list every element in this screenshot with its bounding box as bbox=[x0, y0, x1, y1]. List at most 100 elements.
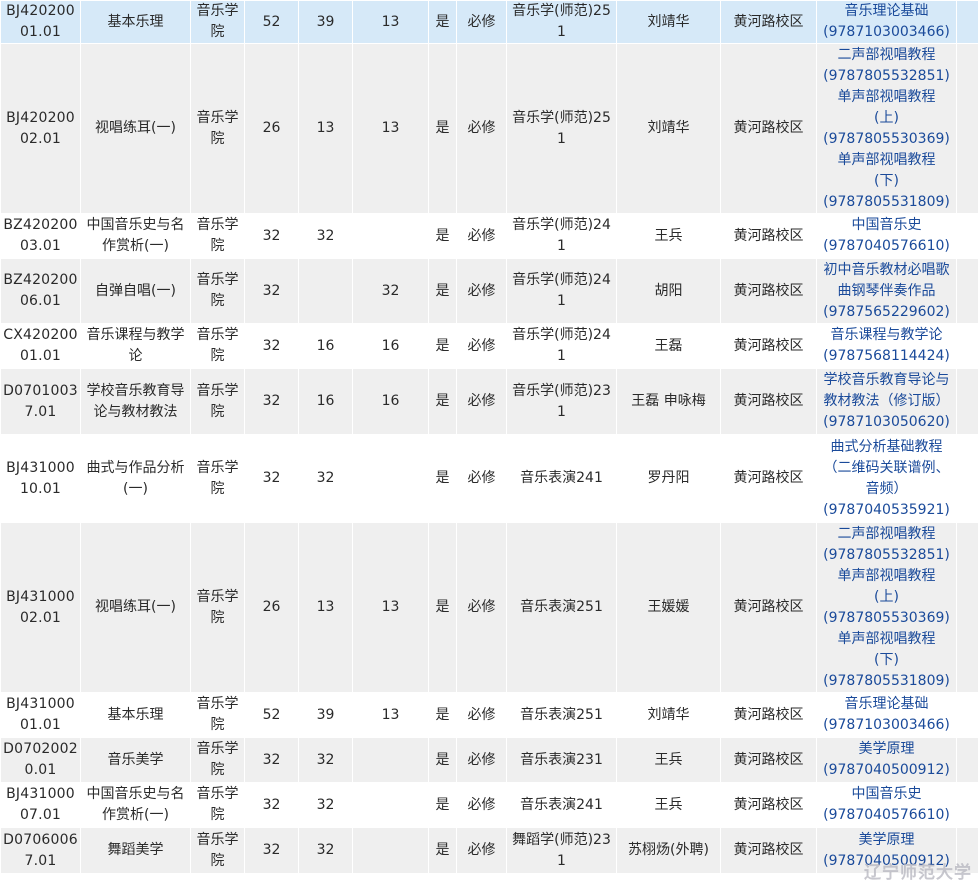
textbook-line: (9787103003466) bbox=[823, 717, 950, 733]
textbook-line: (9787805530369) bbox=[823, 609, 950, 626]
class-cell: 音乐学(师范)251 bbox=[506, 0, 617, 44]
flag-cell: 是 bbox=[428, 0, 457, 44]
textbook-line: (9787805532851) bbox=[823, 546, 950, 563]
theory-hours-cell: 39 bbox=[298, 0, 353, 44]
course-code-cell: BZ42020003.01 bbox=[0, 213, 81, 259]
practice-hours-cell bbox=[352, 737, 429, 783]
course-type-cell: 必修 bbox=[456, 323, 507, 369]
class-cell: 音乐表演241 bbox=[506, 782, 617, 828]
campus-cell: 黄河路校区 bbox=[720, 368, 817, 435]
table-row: BJ42020002.01 视唱练耳(一) 音乐学院 26 13 13 是必修 音乐学(师范)… bbox=[0, 43, 978, 214]
total-hours-cell: 52 bbox=[244, 0, 299, 44]
table-row: D07060067.01 舞蹈美学 音乐学院 32 32 是必修 舞蹈学(师范)231 苏栩炀… bbox=[0, 827, 978, 874]
college-cell: 音乐学院 bbox=[190, 323, 245, 369]
table-row: BZ42020003.01 中国音乐史与名作赏析(一) 音乐学院 32 32 是必修 音乐学… bbox=[0, 213, 978, 259]
textbook-line: (9787103003466) bbox=[823, 24, 950, 40]
practice-hours-cell bbox=[352, 827, 429, 874]
total-hours-cell: 26 bbox=[244, 522, 299, 693]
textbook-line: 单声部视唱教程 bbox=[837, 567, 936, 584]
course-type-cell: 必修 bbox=[456, 0, 507, 44]
campus-cell: 黄河路校区 bbox=[720, 43, 817, 214]
edge-cell bbox=[956, 368, 978, 435]
campus-cell: 黄河路校区 bbox=[720, 434, 817, 523]
edge-cell bbox=[956, 737, 978, 783]
course-name-cell: 自弹自唱(一) bbox=[80, 258, 191, 324]
teacher-cell: 罗丹阳 bbox=[616, 434, 721, 523]
theory-hours-cell: 16 bbox=[298, 368, 353, 435]
course-name-cell: 基本乐理 bbox=[80, 0, 191, 44]
textbook-line: 音乐理论基础 bbox=[844, 696, 929, 712]
class-cell: 音乐学(师范)241 bbox=[506, 258, 617, 324]
textbook-line: 音频） bbox=[865, 480, 908, 497]
teacher-cell: 王磊 bbox=[616, 323, 721, 369]
teacher-cell: 王兵 bbox=[616, 213, 721, 259]
table-row: BZ42020006.01 自弹自唱(一) 音乐学院 32 32 是必修 音乐学(师范)24… bbox=[0, 258, 978, 324]
theory-hours-cell: 39 bbox=[298, 692, 353, 738]
course-name-cell: 中国音乐史与名作赏析(一) bbox=[80, 213, 191, 259]
textbook-line: 曲式分析基础教程 bbox=[830, 438, 943, 455]
textbook-line: 美学原理 bbox=[858, 831, 915, 848]
total-hours-cell: 32 bbox=[244, 827, 299, 874]
textbook-line: (9787568114424) bbox=[823, 348, 950, 364]
course-type-cell: 必修 bbox=[456, 43, 507, 214]
teacher-cell: 王磊 申咏梅 bbox=[616, 368, 721, 435]
total-hours-cell: 26 bbox=[244, 43, 299, 214]
flag-cell: 是 bbox=[428, 692, 457, 738]
theory-hours-cell: 32 bbox=[298, 434, 353, 523]
course-type-cell: 必修 bbox=[456, 522, 507, 693]
course-name-cell: 学校音乐教育导论与教材教法 bbox=[80, 368, 191, 435]
college-cell: 音乐学院 bbox=[190, 258, 245, 324]
course-type-cell: 必修 bbox=[456, 692, 507, 738]
course-name-cell: 中国音乐史与名作赏析(一) bbox=[80, 782, 191, 828]
textbook-line: 单声部视唱教程 bbox=[837, 630, 936, 647]
teacher-cell: 刘靖华 bbox=[616, 692, 721, 738]
campus-cell: 黄河路校区 bbox=[720, 827, 817, 874]
practice-hours-cell: 13 bbox=[352, 0, 429, 44]
course-name-cell: 舞蹈美学 bbox=[80, 827, 191, 874]
textbook-line: （二维码关联谱例、 bbox=[823, 459, 950, 476]
campus-cell: 黄河路校区 bbox=[720, 0, 817, 44]
course-name-cell: 基本乐理 bbox=[80, 692, 191, 738]
textbook-line: (下) bbox=[874, 651, 899, 668]
college-cell: 音乐学院 bbox=[190, 368, 245, 435]
total-hours-cell: 32 bbox=[244, 368, 299, 435]
total-hours-cell: 52 bbox=[244, 692, 299, 738]
textbook-line: 音乐课程与教学论 bbox=[830, 327, 943, 343]
textbook-line: 音乐理论基础 bbox=[844, 3, 929, 19]
practice-hours-cell: 16 bbox=[352, 368, 429, 435]
flag-cell: 是 bbox=[428, 43, 457, 214]
course-code-cell: BJ42020002.01 bbox=[0, 43, 81, 214]
course-name-cell: 音乐美学 bbox=[80, 737, 191, 783]
textbook-line: 教材教法（修订版） bbox=[823, 393, 950, 409]
textbook-line: 中国音乐史 bbox=[851, 217, 922, 233]
edge-cell bbox=[956, 323, 978, 369]
theory-hours-cell: 13 bbox=[298, 43, 353, 214]
campus-cell: 黄河路校区 bbox=[720, 782, 817, 828]
textbook-line: 二声部视唱教程 bbox=[837, 46, 936, 63]
course-type-cell: 必修 bbox=[456, 827, 507, 874]
textbook-cell: 二声部视唱教程 (9787805532851) 单声部视唱教程 (上) (9787805… bbox=[816, 43, 957, 214]
course-type-cell: 必修 bbox=[456, 368, 507, 435]
course-code-cell: BJ43100002.01 bbox=[0, 522, 81, 693]
textbook-cell: 学校音乐教育导论与 教材教法（修订版） (9787103050620) bbox=[816, 368, 957, 435]
course-name-cell: 音乐课程与教学论 bbox=[80, 323, 191, 369]
edge-cell bbox=[956, 258, 978, 324]
textbook-line: (9787805532851) bbox=[823, 67, 950, 84]
textbook-line: 单声部视唱教程 bbox=[837, 151, 936, 168]
class-cell: 音乐学(师范)231 bbox=[506, 368, 617, 435]
table-row: BJ43100007.01 中国音乐史与名作赏析(一) 音乐学院 32 32 是必修 音乐表… bbox=[0, 782, 978, 828]
teacher-cell: 胡阳 bbox=[616, 258, 721, 324]
theory-hours-cell: 32 bbox=[298, 737, 353, 783]
textbook-line: (9787103050620) bbox=[823, 414, 950, 430]
textbook-cell: 二声部视唱教程 (9787805532851) 单声部视唱教程 (上) (9787805… bbox=[816, 522, 957, 693]
textbook-line: (下) bbox=[874, 172, 899, 189]
campus-cell: 黄河路校区 bbox=[720, 258, 817, 324]
textbook-line: 单声部视唱教程 bbox=[837, 88, 936, 105]
course-code-cell: CX42020001.01 bbox=[0, 323, 81, 369]
class-cell: 舞蹈学(师范)231 bbox=[506, 827, 617, 874]
flag-cell: 是 bbox=[428, 522, 457, 693]
textbook-line: (9787040576610) bbox=[823, 238, 950, 254]
course-name-cell: 曲式与作品分析(一) bbox=[80, 434, 191, 523]
theory-hours-cell bbox=[298, 258, 353, 324]
edge-cell bbox=[956, 827, 978, 874]
